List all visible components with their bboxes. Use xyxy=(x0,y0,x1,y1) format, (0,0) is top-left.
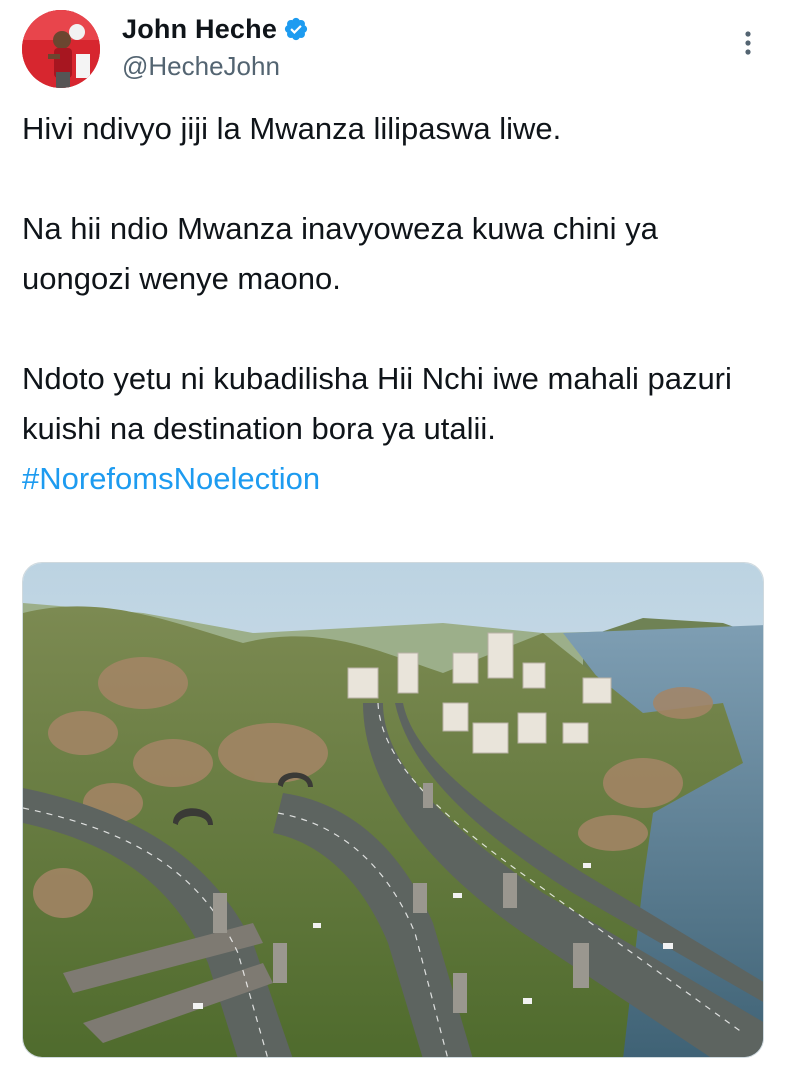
tweet-paragraph: Hivi ndivyo jiji la Mwanza lilipaswa liw… xyxy=(22,111,562,146)
verified-badge-icon xyxy=(283,16,309,42)
tweet-paragraph: Ndoto yetu ni kubadilisha Hii Nchi iwe m… xyxy=(22,361,732,446)
author-handle[interactable]: @HecheJohn xyxy=(122,51,309,82)
hashtag-link[interactable]: #NorefomsNoelection xyxy=(22,454,762,504)
author-header: John Heche @HecheJohn xyxy=(122,10,309,82)
tweet-media-image[interactable] xyxy=(22,562,764,1058)
avatar-image xyxy=(22,10,100,88)
tweet-paragraph: Na hii ndio Mwanza inavyoweza kuwa chini… xyxy=(22,211,658,296)
tweet-text: Hivi ndivyo jiji la Mwanza lilipaswa liw… xyxy=(22,104,762,504)
more-options-icon[interactable] xyxy=(740,30,756,56)
author-display-name[interactable]: John Heche xyxy=(122,14,277,45)
highway-city-photo xyxy=(23,563,763,1057)
author-avatar[interactable] xyxy=(22,10,100,88)
